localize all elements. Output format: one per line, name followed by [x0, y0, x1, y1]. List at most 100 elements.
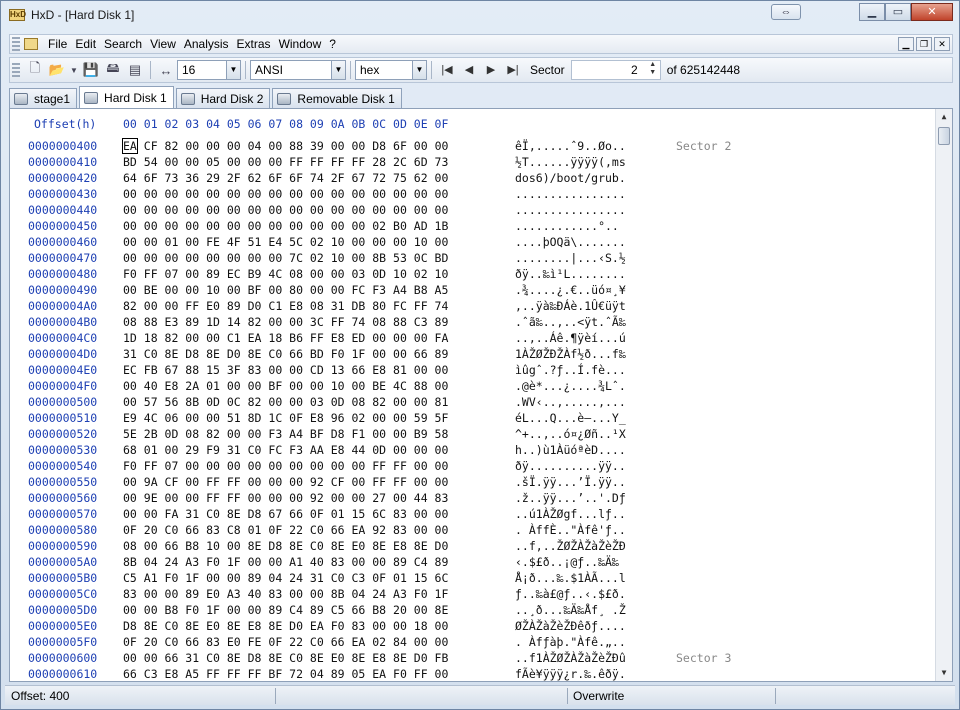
- hex-row[interactable]: 0000000590 08 00 66 B8 10 00 8E D8 8E C0 …: [10, 538, 930, 554]
- hex-row[interactable]: 0000000480 F0 FF 07 00 89 EC B9 4C 08 00 …: [10, 266, 930, 282]
- row-hex-bytes[interactable]: 00 00 00 00 00 00 00 00 00 00 00 00 02 B…: [123, 218, 448, 234]
- vertical-scrollbar[interactable]: ▲ ▼: [935, 109, 952, 681]
- hex-row[interactable]: 00000005C0 83 00 00 89 E0 A3 40 83 00 00 …: [10, 586, 930, 602]
- row-hex-bytes[interactable]: 00 40 E8 2A 01 00 00 BF 00 00 10 00 BE 4…: [123, 378, 448, 394]
- row-text[interactable]: ..‚..Áê.¶ÿèí...ú: [515, 330, 626, 346]
- row-hex-bytes[interactable]: F0 FF 07 00 89 EC B9 4C 08 00 00 03 0D 1…: [123, 266, 448, 282]
- menu-edit[interactable]: Edit: [71, 37, 100, 51]
- menu-window[interactable]: Window: [275, 37, 326, 51]
- row-text[interactable]: êÏ‚.....ˆ9..Øo..: [515, 138, 626, 154]
- row-hex-bytes[interactable]: BD 54 00 00 05 00 00 00 FF FF FF FF 28 2…: [123, 154, 448, 170]
- bytes-per-row-select[interactable]: 16 ▼: [177, 60, 241, 80]
- row-text[interactable]: . ÀffÈ.."Àfê'ƒ..: [515, 522, 626, 538]
- row-text[interactable]: ..f1ÀŽØŽÀŽàŽèŽÐû: [515, 650, 626, 666]
- offset-base-select[interactable]: hex ▼: [355, 60, 427, 80]
- row-text[interactable]: ðÿ..........ÿÿ..: [515, 458, 626, 474]
- row-text[interactable]: .ˆã‰..‚..<ÿt.ˆÃ‰: [515, 314, 626, 330]
- row-hex-bytes[interactable]: 66 C3 E8 A5 FF FF FF BF 72 04 89 05 EA F…: [123, 666, 448, 681]
- row-hex-bytes[interactable]: 00 9E 00 00 FF FF 00 00 00 92 00 00 27 0…: [123, 490, 448, 506]
- row-text[interactable]: ..f,..ŽØŽÀŽàŽèŽÐ: [515, 538, 626, 554]
- hex-row[interactable]: 0000000580 0F 20 C0 66 83 C8 01 0F 22 C0 …: [10, 522, 930, 538]
- hex-row[interactable]: 0000000430 00 00 00 00 00 00 00 00 00 00 …: [10, 186, 930, 202]
- hex-row[interactable]: 00000005A0 8B 04 24 A3 F0 1F 00 00 A1 40 …: [10, 554, 930, 570]
- close-button[interactable]: ✕: [911, 3, 953, 21]
- row-hex-bytes[interactable]: F0 FF 07 00 00 00 00 00 00 00 00 00 FF F…: [123, 458, 448, 474]
- row-hex-bytes[interactable]: 00 BE 00 00 10 00 BF 00 80 00 00 FC F3 A…: [123, 282, 448, 298]
- row-hex-bytes[interactable]: C5 A1 F0 1F 00 00 89 04 24 31 C0 C3 0F 0…: [123, 570, 448, 586]
- chevron-down-icon[interactable]: ▼: [412, 61, 426, 79]
- scroll-down-icon[interactable]: ▼: [936, 665, 952, 681]
- row-hex-bytes[interactable]: 00 57 56 8B 0D 0C 82 00 00 03 0D 08 82 0…: [123, 394, 448, 410]
- row-hex-bytes[interactable]: 0F 20 C0 66 83 E0 FE 0F 22 C0 66 EA 02 8…: [123, 634, 448, 650]
- title-bar[interactable]: HxD HxD - [Hard Disk 1] ⇔ ▁ ▭ ✕: [1, 1, 959, 31]
- row-hex-bytes[interactable]: 8B 04 24 A3 F0 1F 00 00 A1 40 83 00 00 8…: [123, 554, 448, 570]
- menu-help[interactable]: ?: [325, 37, 340, 51]
- chevron-down-icon[interactable]: ▼: [226, 61, 240, 79]
- row-text[interactable]: fÃè¥ÿÿÿ¿r.‰.êðÿ.: [515, 666, 626, 681]
- menu-grip-icon[interactable]: [12, 37, 20, 51]
- row-text[interactable]: 1ÀŽØŽÐŽÀf½ð...f‰: [515, 346, 626, 362]
- hex-row[interactable]: 0000000610 66 C3 E8 A5 FF FF FF BF 72 04 …: [10, 666, 930, 681]
- row-hex-bytes[interactable]: E9 4C 06 00 00 51 8D 1C 0F E8 96 02 00 0…: [123, 410, 448, 426]
- last-sector-icon[interactable]: ▶|: [504, 61, 522, 79]
- mdi-minimize-button[interactable]: ▁: [898, 37, 914, 51]
- row-hex-bytes[interactable]: 00 00 FA 31 C0 8E D8 67 66 0F 01 15 6C 8…: [123, 506, 448, 522]
- row-text[interactable]: . Àfƒàþ."Àfê.„..: [515, 634, 626, 650]
- menu-extras[interactable]: Extras: [233, 37, 275, 51]
- disk-icon[interactable]: 🖴: [104, 60, 122, 79]
- hex-row[interactable]: 00000004A0 82 00 00 FF E0 89 D0 C1 E8 08 …: [10, 298, 930, 314]
- row-text[interactable]: ..¸ð...‰Ä‰Åf¸ .Ž: [515, 602, 626, 618]
- hex-row[interactable]: 0000000420 64 6F 73 36 29 2F 62 6F 6F 74 …: [10, 170, 930, 186]
- hex-row[interactable]: 0000000510 E9 4C 06 00 00 51 8D 1C 0F E8 …: [10, 410, 930, 426]
- previous-sector-icon[interactable]: ◀: [460, 61, 478, 79]
- minimize-button[interactable]: ▁: [859, 3, 885, 21]
- sector-input[interactable]: 2 ▲ ▼: [570, 60, 661, 80]
- row-text[interactable]: ,..ÿà‰ÐÁè.1Û€üÿt: [515, 298, 626, 314]
- scrollbar-thumb[interactable]: [938, 127, 950, 145]
- row-text[interactable]: dos6)/boot/grub.: [515, 170, 626, 186]
- hex-row[interactable]: 0000000470 00 00 00 00 00 00 00 00 7C 02 …: [10, 250, 930, 266]
- row-hex-bytes[interactable]: 31 C0 8E D8 8E D0 8E C0 66 BD F0 1F 00 0…: [123, 346, 448, 362]
- first-sector-icon[interactable]: |◀: [438, 61, 456, 79]
- row-hex-bytes[interactable]: 00 00 00 00 00 00 00 00 00 00 00 00 00 0…: [123, 202, 448, 218]
- hex-row[interactable]: 0000000540 F0 FF 07 00 00 00 00 00 00 00 …: [10, 458, 930, 474]
- row-hex-bytes[interactable]: D8 8E C0 8E E0 8E E8 8E D0 EA F0 83 00 0…: [123, 618, 448, 634]
- hex-row[interactable]: 00000005F0 0F 20 C0 66 83 E0 FE 0F 22 C0 …: [10, 634, 930, 650]
- row-hex-bytes[interactable]: EA CF 82 00 00 00 04 00 88 39 00 00 D8 6…: [122, 138, 448, 154]
- hex-row[interactable]: 0000000560 00 9E 00 00 FF FF 00 00 00 92 …: [10, 490, 930, 506]
- next-sector-icon[interactable]: ▶: [482, 61, 500, 79]
- row-hex-bytes[interactable]: 00 00 01 00 FE 4F 51 E4 5C 02 10 00 00 0…: [123, 234, 448, 250]
- row-text[interactable]: h..)ù1ÀüóªèD....: [515, 442, 626, 458]
- hex-row[interactable]: 0000000440 00 00 00 00 00 00 00 00 00 00 …: [10, 202, 930, 218]
- mdi-restore-button[interactable]: ❐: [916, 37, 932, 51]
- spin-arrows-icon[interactable]: ▲ ▼: [646, 61, 660, 79]
- chevron-down-icon[interactable]: ▼: [331, 61, 345, 79]
- row-text[interactable]: ðÿ..‰ì¹L........: [515, 266, 626, 282]
- tab-removable-disk-1[interactable]: Removable Disk 1: [272, 88, 402, 108]
- row-hex-bytes[interactable]: 00 9A CF 00 FF FF 00 00 00 92 CF 00 FF F…: [123, 474, 448, 490]
- row-hex-bytes[interactable]: 00 00 B8 F0 1F 00 00 89 C4 89 C5 66 B8 2…: [123, 602, 448, 618]
- cursor-byte[interactable]: EA: [122, 138, 138, 154]
- tab-stage1[interactable]: stage1: [9, 88, 78, 108]
- hex-row[interactable]: 00000004B0 08 88 E3 89 1D 14 82 00 00 3C …: [10, 314, 930, 330]
- row-text[interactable]: ƒ..‰à£@ƒ..‹.$£ð.: [515, 586, 626, 602]
- row-text[interactable]: ................: [515, 186, 626, 202]
- hex-editor-pane[interactable]: Offset(h) 00 01 02 03 04 05 06 07 08 09 …: [9, 108, 953, 682]
- hex-row[interactable]: 0000000530 68 01 00 29 F9 31 C0 FC F3 AA …: [10, 442, 930, 458]
- row-hex-bytes[interactable]: 64 6F 73 36 29 2F 62 6F 6F 74 2F 67 72 7…: [123, 170, 448, 186]
- dropdown-arrow-icon[interactable]: ▼: [70, 61, 78, 79]
- hex-row[interactable]: 0000000450 00 00 00 00 00 00 00 00 00 00 …: [10, 218, 930, 234]
- row-hex-bytes[interactable]: 1D 18 82 00 00 C1 EA 18 B6 FF E8 ED 00 0…: [123, 330, 448, 346]
- row-text[interactable]: .ž..ÿÿ...’..'.Dƒ: [515, 490, 626, 506]
- row-hex-bytes[interactable]: 00 00 66 31 C0 8E D8 8E C0 8E E0 8E E8 8…: [123, 650, 448, 666]
- row-text[interactable]: .WV‹..‚.....‚...: [515, 394, 626, 410]
- document-icon[interactable]: [24, 38, 38, 50]
- hex-row[interactable]: 00000005E0 D8 8E C0 8E E0 8E E8 8E D0 EA …: [10, 618, 930, 634]
- hex-row[interactable]: 00000005B0 C5 A1 F0 1F 00 00 89 04 24 31 …: [10, 570, 930, 586]
- menu-analysis[interactable]: Analysis: [180, 37, 233, 51]
- hex-row[interactable]: 0000000520 5E 2B 0D 08 82 00 00 F3 A4 BF …: [10, 426, 930, 442]
- row-text[interactable]: ½T......ÿÿÿÿ(,ms: [515, 154, 626, 170]
- row-text[interactable]: ..ú1ÀŽØgf...lƒ..: [515, 506, 626, 522]
- row-hex-bytes[interactable]: 82 00 00 FF E0 89 D0 C1 E8 08 31 DB 80 F…: [123, 298, 448, 314]
- row-text[interactable]: .¾....¿.€..üó¤¸¥: [515, 282, 626, 298]
